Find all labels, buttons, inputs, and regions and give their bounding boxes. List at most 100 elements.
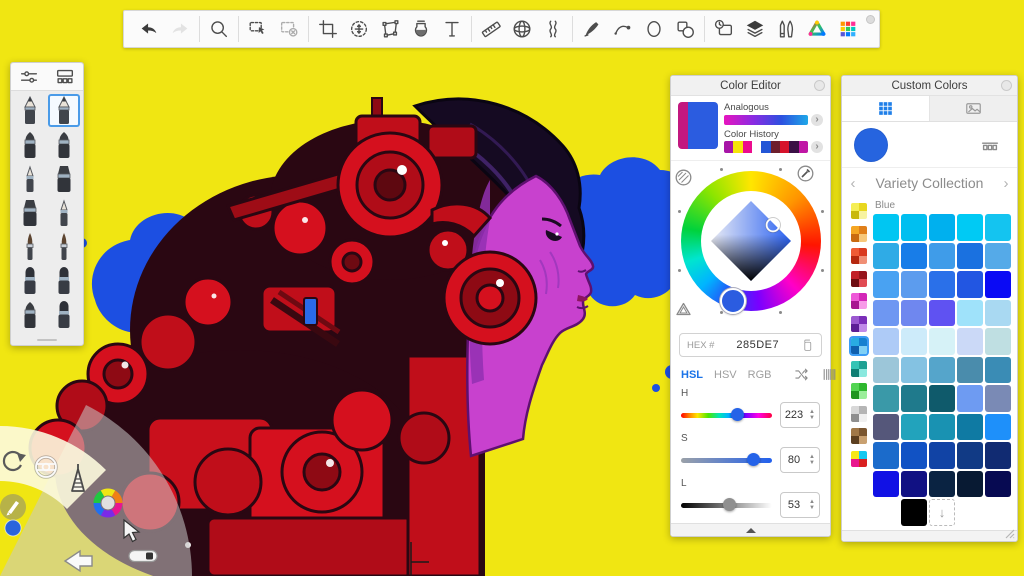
color-swatch[interactable] xyxy=(901,414,927,441)
brush-pencil-hard[interactable] xyxy=(14,94,47,127)
color-swatch[interactable] xyxy=(985,271,1011,298)
history-swatch[interactable] xyxy=(771,141,780,153)
history-swatch[interactable] xyxy=(789,141,798,153)
color-swatch[interactable] xyxy=(873,271,899,298)
undo-icon[interactable] xyxy=(134,14,164,44)
active-color-dot[interactable] xyxy=(5,520,21,536)
history-swatch[interactable] xyxy=(724,141,733,153)
color-swatch[interactable] xyxy=(901,328,927,355)
color-swatch[interactable] xyxy=(957,471,983,498)
color-swatch[interactable] xyxy=(957,385,983,412)
distort-icon[interactable] xyxy=(375,14,405,44)
color-swatch[interactable] xyxy=(985,243,1011,270)
color-swatch[interactable] xyxy=(957,243,983,270)
tab-image-tab-icon[interactable] xyxy=(929,96,1017,121)
history-swatch[interactable] xyxy=(752,141,761,153)
collection-red-orange[interactable] xyxy=(851,248,867,264)
collection-gray[interactable] xyxy=(851,406,867,422)
s-slider-track[interactable] xyxy=(681,458,772,463)
eyedropper-icon[interactable] xyxy=(797,165,814,182)
color-swatch[interactable] xyxy=(985,471,1011,498)
color-swatch[interactable] xyxy=(929,414,955,441)
color-swatch[interactable] xyxy=(957,214,983,241)
color-wheel-icon[interactable] xyxy=(97,492,119,514)
ellipse-icon[interactable] xyxy=(639,14,669,44)
color-swatch[interactable] xyxy=(873,385,899,412)
spin-down-icon[interactable]: ▼ xyxy=(809,460,815,466)
resize-grip[interactable] xyxy=(1005,529,1015,539)
brush-airbrush[interactable] xyxy=(14,196,47,229)
symmetry-icon[interactable] xyxy=(538,14,568,44)
color-swatch[interactable] xyxy=(957,271,983,298)
collection-pink[interactable] xyxy=(851,293,867,309)
color-swatch[interactable] xyxy=(901,385,927,412)
copy-hex-icon[interactable] xyxy=(801,338,814,353)
panel-menu-button[interactable] xyxy=(814,80,825,91)
s-slider-thumb[interactable] xyxy=(747,453,760,466)
randomize-icon[interactable] xyxy=(793,366,810,383)
stroke-icon[interactable] xyxy=(577,14,607,44)
history-swatch[interactable] xyxy=(799,141,808,153)
color-swatch[interactable] xyxy=(957,300,983,327)
h-slider-thumb[interactable] xyxy=(731,408,744,421)
select-icon[interactable] xyxy=(243,14,273,44)
brush-smear-brush[interactable] xyxy=(14,298,47,331)
brush-marker-chisel[interactable] xyxy=(14,128,47,161)
l-slider-track[interactable] xyxy=(681,503,772,508)
color-swatch[interactable] xyxy=(985,328,1011,355)
saturation-diamond[interactable] xyxy=(694,184,808,298)
next-collection-button[interactable]: › xyxy=(995,175,1017,192)
toolbar-handle[interactable] xyxy=(866,15,875,24)
timelapse-icon[interactable] xyxy=(709,14,739,44)
spin-down-icon[interactable]: ▼ xyxy=(809,415,815,421)
h-slider-track[interactable] xyxy=(681,413,772,418)
tab-rgb[interactable]: RGB xyxy=(748,369,772,381)
color-swatch[interactable] xyxy=(985,300,1011,327)
ruler-icon[interactable] xyxy=(476,14,506,44)
crop-icon[interactable] xyxy=(313,14,343,44)
hex-field[interactable]: HEX # 285DE7 xyxy=(679,333,822,357)
shape-toggle-icon[interactable] xyxy=(675,301,692,318)
panel-menu-button[interactable] xyxy=(1001,80,1012,91)
collection-dark-red[interactable] xyxy=(851,271,867,287)
brush-library-icon[interactable] xyxy=(52,65,78,89)
color-swatch[interactable] xyxy=(985,385,1011,412)
color-swatch[interactable] xyxy=(929,243,955,270)
analogous-expand-button[interactable]: › xyxy=(811,114,823,126)
color-swatch[interactable] xyxy=(929,300,955,327)
brush-ink-brush[interactable] xyxy=(48,230,81,263)
analogous-gradient-bar[interactable] xyxy=(724,115,808,125)
brushes-icon[interactable] xyxy=(771,14,801,44)
color-swatch-black[interactable] xyxy=(901,499,927,526)
collection-blue[interactable] xyxy=(851,338,867,354)
brush-texture-brush[interactable] xyxy=(48,298,81,331)
copic-library-icon[interactable] xyxy=(833,14,863,44)
brush-settings-icon[interactable] xyxy=(16,65,42,89)
color-swatch[interactable] xyxy=(957,414,983,441)
color-swatch[interactable] xyxy=(985,214,1011,241)
brush-bristle-brush[interactable] xyxy=(48,264,81,297)
s-value-spinner[interactable]: 80 ▲▼ xyxy=(780,447,820,473)
color-swatch[interactable] xyxy=(985,442,1011,469)
tab-hsv[interactable]: HSV xyxy=(714,369,737,381)
color-swatch[interactable] xyxy=(873,300,899,327)
color-swatch[interactable] xyxy=(929,471,955,498)
collection-brown[interactable] xyxy=(851,428,867,444)
brush-marker-flat[interactable] xyxy=(48,162,81,195)
color-swatch[interactable] xyxy=(957,328,983,355)
h-value-spinner[interactable]: 223 ▲▼ xyxy=(780,402,820,428)
brush-pencil-small[interactable] xyxy=(14,162,47,195)
color-swatch[interactable] xyxy=(901,243,927,270)
color-swatch[interactable] xyxy=(901,442,927,469)
collection-yellow[interactable] xyxy=(851,203,867,219)
brush-palette-drag-handle[interactable] xyxy=(11,335,83,345)
color-swatch[interactable] xyxy=(901,271,927,298)
color-swatch[interactable] xyxy=(901,214,927,241)
color-swatch[interactable] xyxy=(929,328,955,355)
predictive-stroke-icon[interactable] xyxy=(608,14,638,44)
color-swatch[interactable] xyxy=(901,300,927,327)
history-swatch[interactable] xyxy=(780,141,789,153)
color-swatch[interactable] xyxy=(929,214,955,241)
transparent-color-icon[interactable] xyxy=(675,169,692,186)
color-swatch[interactable] xyxy=(873,214,899,241)
